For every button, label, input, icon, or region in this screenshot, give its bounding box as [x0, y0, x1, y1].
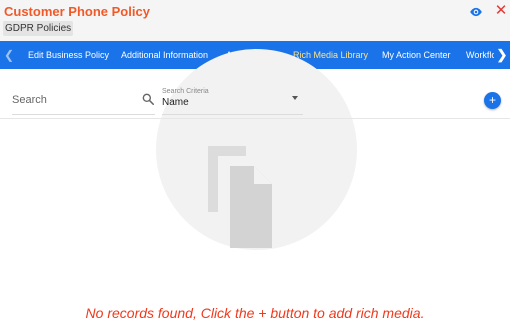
search-icon[interactable] [141, 92, 155, 106]
search-criteria-select[interactable]: Search Criteria Name [162, 88, 303, 115]
document-icon [208, 146, 272, 248]
eye-icon[interactable] [468, 5, 484, 19]
page-subtitle: GDPR Policies [3, 21, 74, 36]
divider [0, 118, 510, 119]
chevron-right-icon[interactable]: ❯ [494, 41, 510, 69]
main-content: Search Criteria Name + No records found,… [0, 49, 510, 324]
chevron-left-icon[interactable]: ❮ [3, 41, 15, 69]
tab-edit-business-policy[interactable]: Edit Business Policy [28, 41, 109, 69]
search-field [12, 89, 155, 115]
tab-my-action-center[interactable]: My Action Center [382, 41, 451, 69]
page-title: Customer Phone Policy [4, 4, 150, 19]
search-criteria-value: Name [162, 97, 189, 108]
add-rich-media-button[interactable]: + [484, 92, 501, 109]
close-icon[interactable]: ✕ [494, 3, 508, 19]
header-bar: Customer Phone Policy GDPR Policies ✕ [0, 0, 510, 41]
search-input[interactable] [12, 89, 132, 111]
caret-down-icon [292, 96, 298, 100]
tab-additional-information[interactable]: Additional Information [121, 41, 208, 69]
empty-state-message: No records found, Click the + button to … [85, 305, 425, 321]
search-criteria-label: Search Criteria [162, 88, 209, 95]
